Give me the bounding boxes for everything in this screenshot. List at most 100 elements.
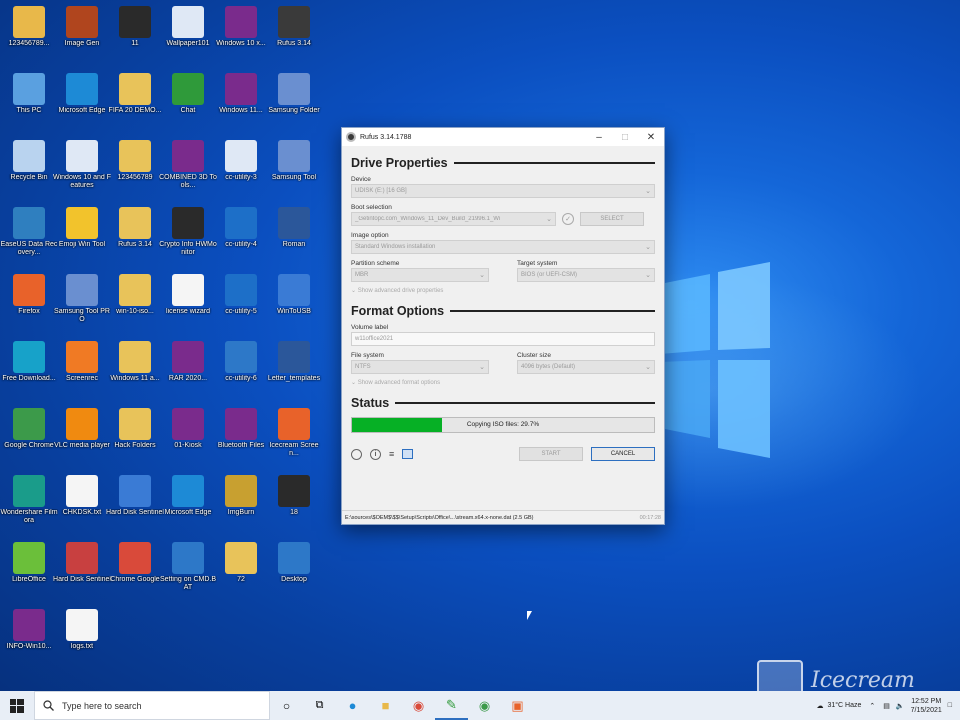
desktop-icon[interactable]: win-10-iso... bbox=[106, 270, 164, 334]
network-icon[interactable]: ▤ bbox=[883, 702, 890, 710]
desktop-icon[interactable]: Bluetooth Files bbox=[212, 404, 270, 468]
select-button[interactable]: SELECT bbox=[580, 212, 644, 226]
desktop-icon[interactable]: Firefox bbox=[0, 270, 58, 334]
close-button[interactable]: ✕ bbox=[638, 128, 664, 146]
desktop-icon[interactable]: Image Gen bbox=[53, 2, 111, 66]
desktop-icon[interactable]: cc-utility-3 bbox=[212, 136, 270, 200]
desktop-icon[interactable]: ImgBurn bbox=[212, 471, 270, 535]
desktop-icon[interactable]: Setting on CMD.BAT bbox=[159, 538, 217, 602]
desktop-icon[interactable]: RAR 2020... bbox=[159, 337, 217, 401]
desktop-icon[interactable]: Windows 10 and Features bbox=[53, 136, 111, 200]
desktop-icon[interactable]: Letter_templates bbox=[265, 337, 323, 401]
info-icon[interactable]: i bbox=[370, 448, 381, 460]
chrome-taskbar-icon-2[interactable]: ◉ bbox=[468, 691, 501, 720]
desktop-icon[interactable]: COMBINED 3D Tools... bbox=[159, 136, 217, 200]
start-button-windows[interactable] bbox=[0, 691, 34, 720]
desktop-icon[interactable]: 01-Kiosk bbox=[159, 404, 217, 468]
desktop-icon[interactable]: Crypto Info HWMonitor bbox=[159, 203, 217, 267]
icecream-taskbar-icon[interactable]: ▣ bbox=[501, 691, 534, 720]
minimize-button[interactable]: – bbox=[586, 128, 612, 146]
boot-selection-dropdown[interactable]: _Getintopc.com_Windows_11_Dev_Build_2199… bbox=[351, 212, 556, 226]
desktop-icon[interactable]: Roman bbox=[265, 203, 323, 267]
rufus-taskbar-icon[interactable]: ✎ bbox=[435, 691, 468, 720]
file-explorer-icon[interactable]: ■ bbox=[369, 691, 402, 720]
advanced-format-label: Show advanced format options bbox=[357, 380, 441, 386]
desktop-icon[interactable]: Microsoft Edge bbox=[159, 471, 217, 535]
log-icon[interactable] bbox=[402, 449, 414, 459]
desktop-icon-label: Wondershare Filmora bbox=[0, 509, 58, 524]
desktop-icon[interactable]: Rufus 3.14 bbox=[265, 2, 323, 66]
desktop-icon[interactable]: Hard Disk Sentinel bbox=[106, 471, 164, 535]
weather-text[interactable]: 31°C Haze bbox=[827, 702, 861, 709]
taskbar-search-box[interactable]: Type here to search bbox=[34, 691, 270, 720]
desktop-icon[interactable]: 123456789... bbox=[0, 2, 58, 66]
edge-taskbar-icon[interactable]: ● bbox=[336, 691, 369, 720]
desktop-icon[interactable]: Samsung Folder bbox=[265, 69, 323, 133]
notifications-icon[interactable]: □ bbox=[948, 702, 952, 709]
desktop-icon[interactable]: LibreOffice bbox=[0, 538, 58, 602]
desktop-icon[interactable]: This PC bbox=[0, 69, 58, 133]
desktop-icon[interactable]: VLC media player bbox=[53, 404, 111, 468]
desktop-icon[interactable]: Hack Folders bbox=[106, 404, 164, 468]
device-dropdown[interactable]: UDISK (E:) [16 GB] ⌄ bbox=[351, 184, 655, 198]
tray-chevron-icon[interactable]: ⌃ bbox=[869, 702, 875, 710]
partition-scheme-dropdown[interactable]: MBR ⌄ bbox=[351, 268, 489, 282]
clock[interactable]: 12:52 PM 7/15/2021 bbox=[911, 697, 942, 715]
desktop-icon[interactable]: cc-utility-4 bbox=[212, 203, 270, 267]
desktop-icon[interactable]: Hard Disk Sentinel bbox=[53, 538, 111, 602]
desktop-icon[interactable]: Samsung Tool PRO bbox=[53, 270, 111, 334]
desktop-icon[interactable]: Recycle Bin bbox=[0, 136, 58, 200]
chevron-down-icon: ⌄ bbox=[479, 272, 485, 279]
desktop-icon[interactable]: Desktop bbox=[265, 538, 323, 602]
desktop-icon[interactable]: license wizard bbox=[159, 270, 217, 334]
desktop-icon-label: Roman bbox=[282, 241, 306, 248]
desktop-icon[interactable]: Google Chrome bbox=[0, 404, 58, 468]
desktop-icon[interactable]: Rufus 3.14 bbox=[106, 203, 164, 267]
volume-label-input[interactable]: w11office2021 bbox=[351, 332, 655, 346]
desktop-icon[interactable]: INFO-Win10... bbox=[0, 605, 58, 669]
desktop-icon[interactable]: Screenrec bbox=[53, 337, 111, 401]
show-advanced-format-toggle[interactable]: ⌄ Show advanced format options bbox=[351, 379, 655, 386]
desktop-icon[interactable]: Windows 10 x... bbox=[212, 2, 270, 66]
desktop-icon[interactable]: 11 bbox=[106, 2, 164, 66]
chrome-taskbar-icon[interactable]: ◉ bbox=[402, 691, 435, 720]
desktop-icon[interactable]: Wallpaper101 bbox=[159, 2, 217, 66]
target-system-dropdown[interactable]: BIOS (or UEFI-CSM) ⌄ bbox=[517, 268, 655, 282]
desktop-icon[interactable]: cc-utility-6 bbox=[212, 337, 270, 401]
show-advanced-drive-toggle[interactable]: ⌄ Show advanced drive properties bbox=[351, 287, 655, 294]
title-bar[interactable]: Rufus 3.14.1788 – □ ✕ bbox=[342, 128, 664, 146]
desktop-icon[interactable]: Emoji Win Tool bbox=[53, 203, 111, 267]
image-option-dropdown[interactable]: Standard Windows installation ⌄ bbox=[351, 240, 655, 254]
start-button[interactable]: START bbox=[519, 447, 583, 461]
desktop-icon[interactable]: 18 bbox=[265, 471, 323, 535]
cortana-icon[interactable]: ○ bbox=[270, 691, 303, 720]
desktop-icon[interactable]: Chrome Google bbox=[106, 538, 164, 602]
desktop-icon[interactable]: WinToUSB bbox=[265, 270, 323, 334]
task-view-icon[interactable]: ⧉ bbox=[303, 691, 336, 720]
desktop-icon[interactable]: Windows 11 a... bbox=[106, 337, 164, 401]
desktop-icon[interactable]: 72 bbox=[212, 538, 270, 602]
rufus-window[interactable]: Rufus 3.14.1788 – □ ✕ Drive Properties D… bbox=[341, 127, 665, 525]
desktop-icon[interactable]: Free Download... bbox=[0, 337, 58, 401]
file-system-dropdown[interactable]: NTFS ⌄ bbox=[351, 360, 489, 374]
desktop-icon[interactable]: Wondershare Filmora bbox=[0, 471, 58, 535]
desktop-icon[interactable]: Samsung Tool bbox=[265, 136, 323, 200]
globe-icon[interactable] bbox=[351, 448, 362, 460]
verify-check-icon[interactable]: ✓ bbox=[562, 213, 574, 225]
winrar-icon bbox=[172, 140, 204, 172]
desktop-icon[interactable]: cc-utility-5 bbox=[212, 270, 270, 334]
desktop-icon[interactable]: 123456789 bbox=[106, 136, 164, 200]
desktop-icon[interactable]: Icecream Screen... bbox=[265, 404, 323, 468]
cancel-button[interactable]: CANCEL bbox=[591, 447, 655, 461]
maximize-button[interactable]: □ bbox=[612, 128, 638, 146]
volume-icon[interactable]: 🔈 bbox=[896, 702, 905, 710]
desktop-icon[interactable]: EaseUS Data Recovery... bbox=[0, 203, 58, 267]
desktop-icon[interactable]: Microsoft Edge bbox=[53, 69, 111, 133]
desktop-icon[interactable]: Chat bbox=[159, 69, 217, 133]
desktop-icon[interactable]: CHKDSK.txt bbox=[53, 471, 111, 535]
cluster-size-dropdown[interactable]: 4096 bytes (Default) ⌄ bbox=[517, 360, 655, 374]
desktop-icon[interactable]: logs.txt bbox=[53, 605, 111, 669]
settings-sliders-icon[interactable]: ≡ bbox=[389, 449, 394, 459]
desktop-icon[interactable]: FIFA 20 DEMO... bbox=[106, 69, 164, 133]
desktop-icon[interactable]: Windows 11... bbox=[212, 69, 270, 133]
